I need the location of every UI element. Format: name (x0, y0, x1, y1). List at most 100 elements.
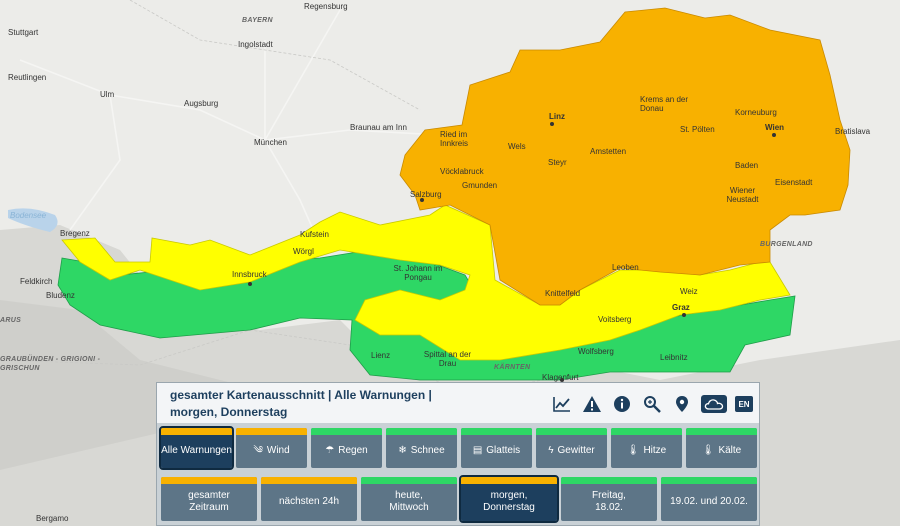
city-label: Bregenz (60, 229, 90, 238)
city-label: Feldkirch (20, 277, 53, 286)
warning-type-filter: Alle Warnungen ༄ Wind ☂ Regen ❄ Schnee ▤ Gla… (159, 426, 757, 470)
thermometer-cold-icon: 🌡 (701, 445, 715, 456)
city-label: Gmunden (462, 181, 498, 190)
city-label: Leibnitz (660, 353, 688, 362)
wind-icon: ༄ (253, 445, 263, 456)
filter-ice[interactable]: ▤ Glatteis (461, 428, 532, 468)
filter-label: Glatteis (486, 445, 521, 456)
warning-level-bar (311, 428, 382, 435)
period-tomorrow[interactable]: morgen, Donnerstag (459, 475, 559, 523)
city-label: Voitsberg (598, 315, 632, 324)
zoom-icon[interactable] (641, 393, 663, 415)
filter-wind[interactable]: ༄ Wind (236, 428, 307, 468)
warning-level-bar (236, 428, 307, 435)
filter-label: Wind (266, 445, 290, 456)
snow-icon: ❄ (398, 445, 407, 456)
location-pin-icon[interactable] (671, 393, 693, 415)
filter-label: Hitze (643, 445, 667, 456)
period-whole-range[interactable]: gesamter Zeitraum (161, 477, 257, 521)
city-label: St. Pölten (680, 125, 715, 134)
city-label: Eisenstadt (775, 178, 813, 187)
warning-level-bar (161, 477, 257, 484)
city-label: Stuttgart (8, 28, 39, 37)
city-marker (772, 133, 776, 137)
city-label: Lienz (371, 351, 391, 360)
city-label: Knittelfeld (545, 289, 581, 298)
city-label: Wiener Neustadt (726, 186, 759, 204)
city-label: Spittal an der Drau (423, 350, 472, 368)
city-label: Baden (735, 161, 759, 170)
city-marker (550, 122, 554, 126)
warning-level-bar (561, 477, 657, 484)
city-label: Wels (508, 142, 526, 151)
panel-title: gesamter Kartenausschnitt | Alle Warnung… (170, 388, 432, 419)
city-label: Bludenz (46, 291, 75, 300)
warning-level-bar (461, 428, 532, 435)
warning-level-bar (611, 428, 682, 435)
filter-label: Gewitter (557, 445, 595, 456)
info-icon[interactable] (611, 393, 633, 415)
city-label: Graz (672, 303, 690, 312)
warning-icon[interactable] (581, 393, 603, 415)
period-label: gesamter Zeitraum (188, 490, 230, 513)
warning-level-bar (161, 428, 232, 435)
region-label-graubuenden: GRAUBÜNDEN - GRIGIONI - GRISCHUN (0, 356, 101, 372)
cloud-icon[interactable] (701, 395, 727, 413)
period-weekend[interactable]: 19.02. und 20.02. (661, 477, 757, 521)
city-label: Vöcklabruck (440, 167, 484, 176)
city-label: Wien (765, 123, 785, 132)
city-label: Amstetten (590, 147, 627, 156)
city-marker (420, 198, 424, 202)
city-label: Steyr (548, 158, 567, 167)
city-label: München (254, 138, 287, 147)
filter-heat[interactable]: 🌡 Hitze (611, 428, 682, 468)
city-label: Wolfsberg (578, 347, 614, 356)
chart-icon[interactable] (551, 393, 573, 415)
city-label: Kufstein (300, 230, 329, 239)
time-period-filter: gesamter Zeitraum nächsten 24h heute, Mi… (161, 475, 757, 523)
warning-level-bar (261, 477, 357, 484)
city-label: Augsburg (184, 99, 219, 108)
warning-level-bar (461, 477, 557, 484)
city-label: Linz (549, 112, 565, 121)
filter-snow[interactable]: ❄ Schnee (386, 428, 457, 468)
region-label-bayern: BAYERN (242, 17, 273, 24)
period-today[interactable]: heute, Mittwoch (361, 477, 457, 521)
region-label-burgenland: BURGENLAND (760, 241, 813, 248)
panel-header: gesamter Kartenausschnitt | Alle Warnung… (157, 383, 759, 423)
period-label: heute, Mittwoch (389, 490, 429, 513)
region-label-kaernten: KÄRNTEN (494, 364, 531, 371)
filter-label: Alle Warnungen (161, 445, 232, 456)
period-next-24h[interactable]: nächsten 24h (261, 477, 357, 521)
rain-icon: ☂ (325, 445, 335, 456)
city-label: Krems an der Donau (640, 95, 689, 113)
filter-all-warnings[interactable]: Alle Warnungen (159, 426, 234, 470)
city-label: Weiz (680, 287, 698, 296)
period-label: Freitag, 18.02. (592, 490, 626, 513)
region-label-arus: ARUS (0, 317, 22, 324)
ice-icon: ▤ (472, 445, 483, 456)
city-label: Reutlingen (8, 73, 47, 82)
warning-level-bar (386, 428, 457, 435)
city-label: Bratislava (835, 127, 871, 136)
lightning-icon: ϟ (548, 445, 554, 456)
city-label: Salzburg (410, 190, 442, 199)
period-friday[interactable]: Freitag, 18.02. (561, 477, 657, 521)
water-label-bodensee: Bodensee (10, 211, 47, 220)
city-label: St. Johann im Pongau (393, 264, 443, 282)
period-label: morgen, Donnerstag (483, 490, 535, 513)
filter-label: Schnee (410, 445, 445, 456)
warning-level-bar (361, 477, 457, 484)
city-label: Braunau am Inn (350, 123, 407, 132)
filter-rain[interactable]: ☂ Regen (311, 428, 382, 468)
language-toggle-button[interactable]: EN (735, 396, 753, 412)
period-label: 19.02. und 20.02. (670, 496, 748, 507)
filter-label: Kälte (718, 445, 742, 456)
city-label: Leoben (612, 263, 639, 272)
thermometer-hot-icon: 🌡 (626, 445, 640, 456)
warning-level-bar (661, 477, 757, 484)
filter-thunderstorm[interactable]: ϟ Gewitter (536, 428, 607, 468)
filter-cold[interactable]: 🌡 Kälte (686, 428, 757, 468)
city-label: Innsbruck (232, 270, 267, 279)
filter-label: Regen (338, 445, 368, 456)
